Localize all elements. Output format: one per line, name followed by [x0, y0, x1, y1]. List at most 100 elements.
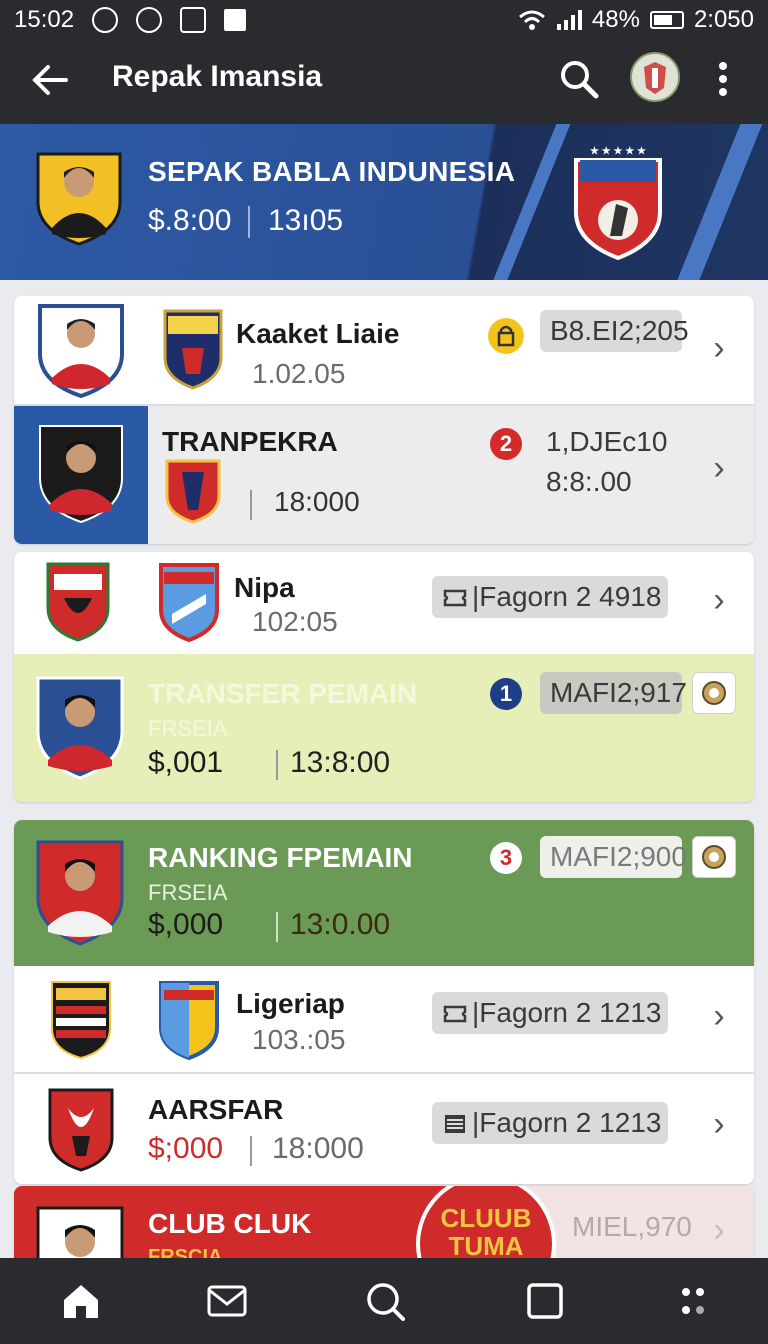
chevron-right-icon[interactable]: ›	[704, 328, 734, 368]
list-item[interactable]: AARSFAR $;000 18:000 |Fagorn 2 1213 ›	[14, 1074, 754, 1184]
battery-percent: 48%	[591, 6, 640, 33]
promo-button[interactable]: CLUUB TUMA	[416, 1186, 556, 1258]
row-tag-label: |Fagorn 2 4918	[472, 581, 662, 612]
row-price: $,000	[148, 908, 224, 941]
row-subtitle: FRSCIA	[148, 1246, 223, 1258]
row-tag: MIEL,970	[562, 1206, 692, 1248]
row-price: $;000	[148, 1132, 224, 1165]
list-item[interactable]: Ligeriap 103.:05 |Fagorn 2 1213 ›	[14, 966, 754, 1074]
status-bar: 15:02 48% 2:050	[0, 0, 768, 40]
match-card: CLUB CLUK FRSCIA CLUUB TUMA MIEL,970 ›	[14, 1186, 754, 1258]
row-tag: |Fagorn 2 1213	[432, 992, 668, 1034]
bottom-nav	[0, 1258, 768, 1344]
club-crest	[46, 562, 110, 642]
back-arrow-icon[interactable]	[28, 58, 72, 102]
row-title: Ligeriap	[236, 988, 345, 1019]
row-title: TRANSFER PEMAIN	[148, 678, 418, 709]
club-crest	[159, 563, 219, 642]
gallery-icon	[224, 9, 247, 31]
row-title: Kaaket Liaie	[236, 318, 400, 349]
lock-icon	[488, 318, 524, 354]
more-vert-icon[interactable]	[706, 56, 740, 102]
list-icon	[445, 1115, 465, 1133]
club-crest	[51, 981, 111, 1060]
list-item[interactable]: Nipa 102:05 |Fagorn 2 4918 ›	[14, 552, 754, 654]
list-item[interactable]: TRANSFER PEMAIN FRSEIA $,001 13:8:00 1 M…	[14, 654, 754, 802]
banner-stripe	[483, 124, 571, 280]
search-icon[interactable]	[556, 56, 602, 102]
status-time: 15:02	[14, 6, 75, 33]
match-card: Kaaket Liaie 1.02.05 B8.EI2;205 › TRANPE…	[14, 296, 754, 544]
chevron-right-icon[interactable]: ›	[704, 996, 734, 1036]
promo-label: CLUUB TUMA	[440, 1203, 532, 1258]
row-tag-label: |Fagorn 2 1213	[472, 997, 662, 1028]
divider	[250, 1136, 252, 1166]
club-crest	[159, 981, 219, 1060]
row-value: 13:8:00	[290, 746, 391, 779]
notification-icon	[136, 7, 163, 33]
match-card: RANKING FPEMAIN FRSEIA $,000 13:0.00 3 M…	[14, 820, 754, 1184]
league-banner[interactable]: SEPAK BABLA INDUNESIA $.8:00 13ı05 ★ ★ ★…	[0, 124, 768, 280]
row-title: TRANPEKRA	[162, 426, 338, 457]
row-value: 13:0.00	[290, 908, 391, 941]
row-subtitle: 103.:05	[252, 1024, 346, 1055]
mail-icon[interactable]	[204, 1278, 250, 1324]
club-mini-crest[interactable]	[692, 836, 736, 878]
dots-icon[interactable]	[670, 1278, 716, 1324]
avatar[interactable]	[630, 52, 680, 102]
row-title: RANKING FPEMAIN	[148, 842, 413, 873]
row-value: 18:000	[274, 486, 360, 517]
player-avatar	[38, 304, 124, 398]
row-tag: MAFI2;917	[540, 672, 687, 714]
rank-badge: 1	[490, 678, 522, 710]
player-avatar	[36, 676, 124, 780]
league-number: 13ı05	[268, 204, 344, 237]
row-tag: |Fagorn 2 4918	[432, 576, 668, 618]
league-name: SEPAK BABLA INDUNESIA	[148, 156, 516, 187]
row-tag-label: |Fagorn 2 1213	[472, 1107, 662, 1138]
club-mini-crest[interactable]	[692, 672, 736, 714]
row-subtitle: FRSEIA	[148, 880, 228, 905]
chevron-right-icon[interactable]: ›	[704, 1210, 734, 1250]
sync-icon	[92, 7, 119, 33]
divider	[250, 490, 252, 520]
match-card: Nipa 102:05 |Fagorn 2 4918 › TRANSFER PE…	[14, 552, 754, 802]
list-item[interactable]: CLUB CLUK FRSCIA CLUUB TUMA MIEL,970 ›	[14, 1186, 754, 1258]
row-subtitle: 1.02.05	[252, 358, 346, 389]
club-crest	[48, 1088, 114, 1172]
rank-badge: 3	[490, 842, 522, 874]
player-avatar	[36, 840, 124, 946]
app-icon	[180, 7, 207, 33]
row-tag: B8.EI2;205	[540, 310, 689, 352]
featured-player-badge	[36, 152, 122, 246]
league-price: $.8:00	[148, 204, 232, 237]
ticket-icon	[443, 1005, 467, 1023]
chevron-right-icon[interactable]: ›	[704, 1104, 734, 1144]
club-crest	[165, 459, 221, 524]
chevron-right-icon[interactable]: ›	[704, 448, 734, 488]
chevron-right-icon[interactable]: ›	[704, 580, 734, 620]
row-line2: 8:8:.00	[546, 466, 632, 497]
ticket-icon	[443, 589, 467, 607]
status-time-right: 2:050	[693, 6, 754, 33]
divider	[276, 912, 278, 942]
list-item[interactable]: TRANPEKRA 18:000 2 1,DJEc10 8:8:.00 ›	[14, 406, 754, 544]
row-title: AARSFAR	[148, 1094, 284, 1125]
home-icon[interactable]	[58, 1278, 104, 1324]
club-crest: ★ ★ ★ ★ ★	[574, 146, 662, 260]
row-tag: MAFI2;900	[540, 836, 687, 878]
row-value: 18:000	[272, 1132, 364, 1165]
app-bar: Repak Imansia	[0, 40, 768, 124]
club-crest	[163, 309, 223, 390]
search-icon[interactable]	[362, 1278, 408, 1324]
square-icon[interactable]	[522, 1278, 568, 1324]
wifi-icon	[518, 10, 545, 30]
divider	[276, 750, 278, 780]
player-avatar	[36, 1206, 124, 1258]
list-item[interactable]: RANKING FPEMAIN FRSEIA $,000 13:0.00 3 M…	[14, 820, 754, 966]
svg-text:★ ★ ★ ★ ★: ★ ★ ★ ★ ★	[590, 146, 646, 157]
row-line1: 1,DJEc10	[546, 426, 668, 457]
list-item[interactable]: Kaaket Liaie 1.02.05 B8.EI2;205 ›	[14, 296, 754, 406]
divider	[248, 206, 250, 238]
row-tag: |Fagorn 2 1213	[432, 1102, 668, 1144]
